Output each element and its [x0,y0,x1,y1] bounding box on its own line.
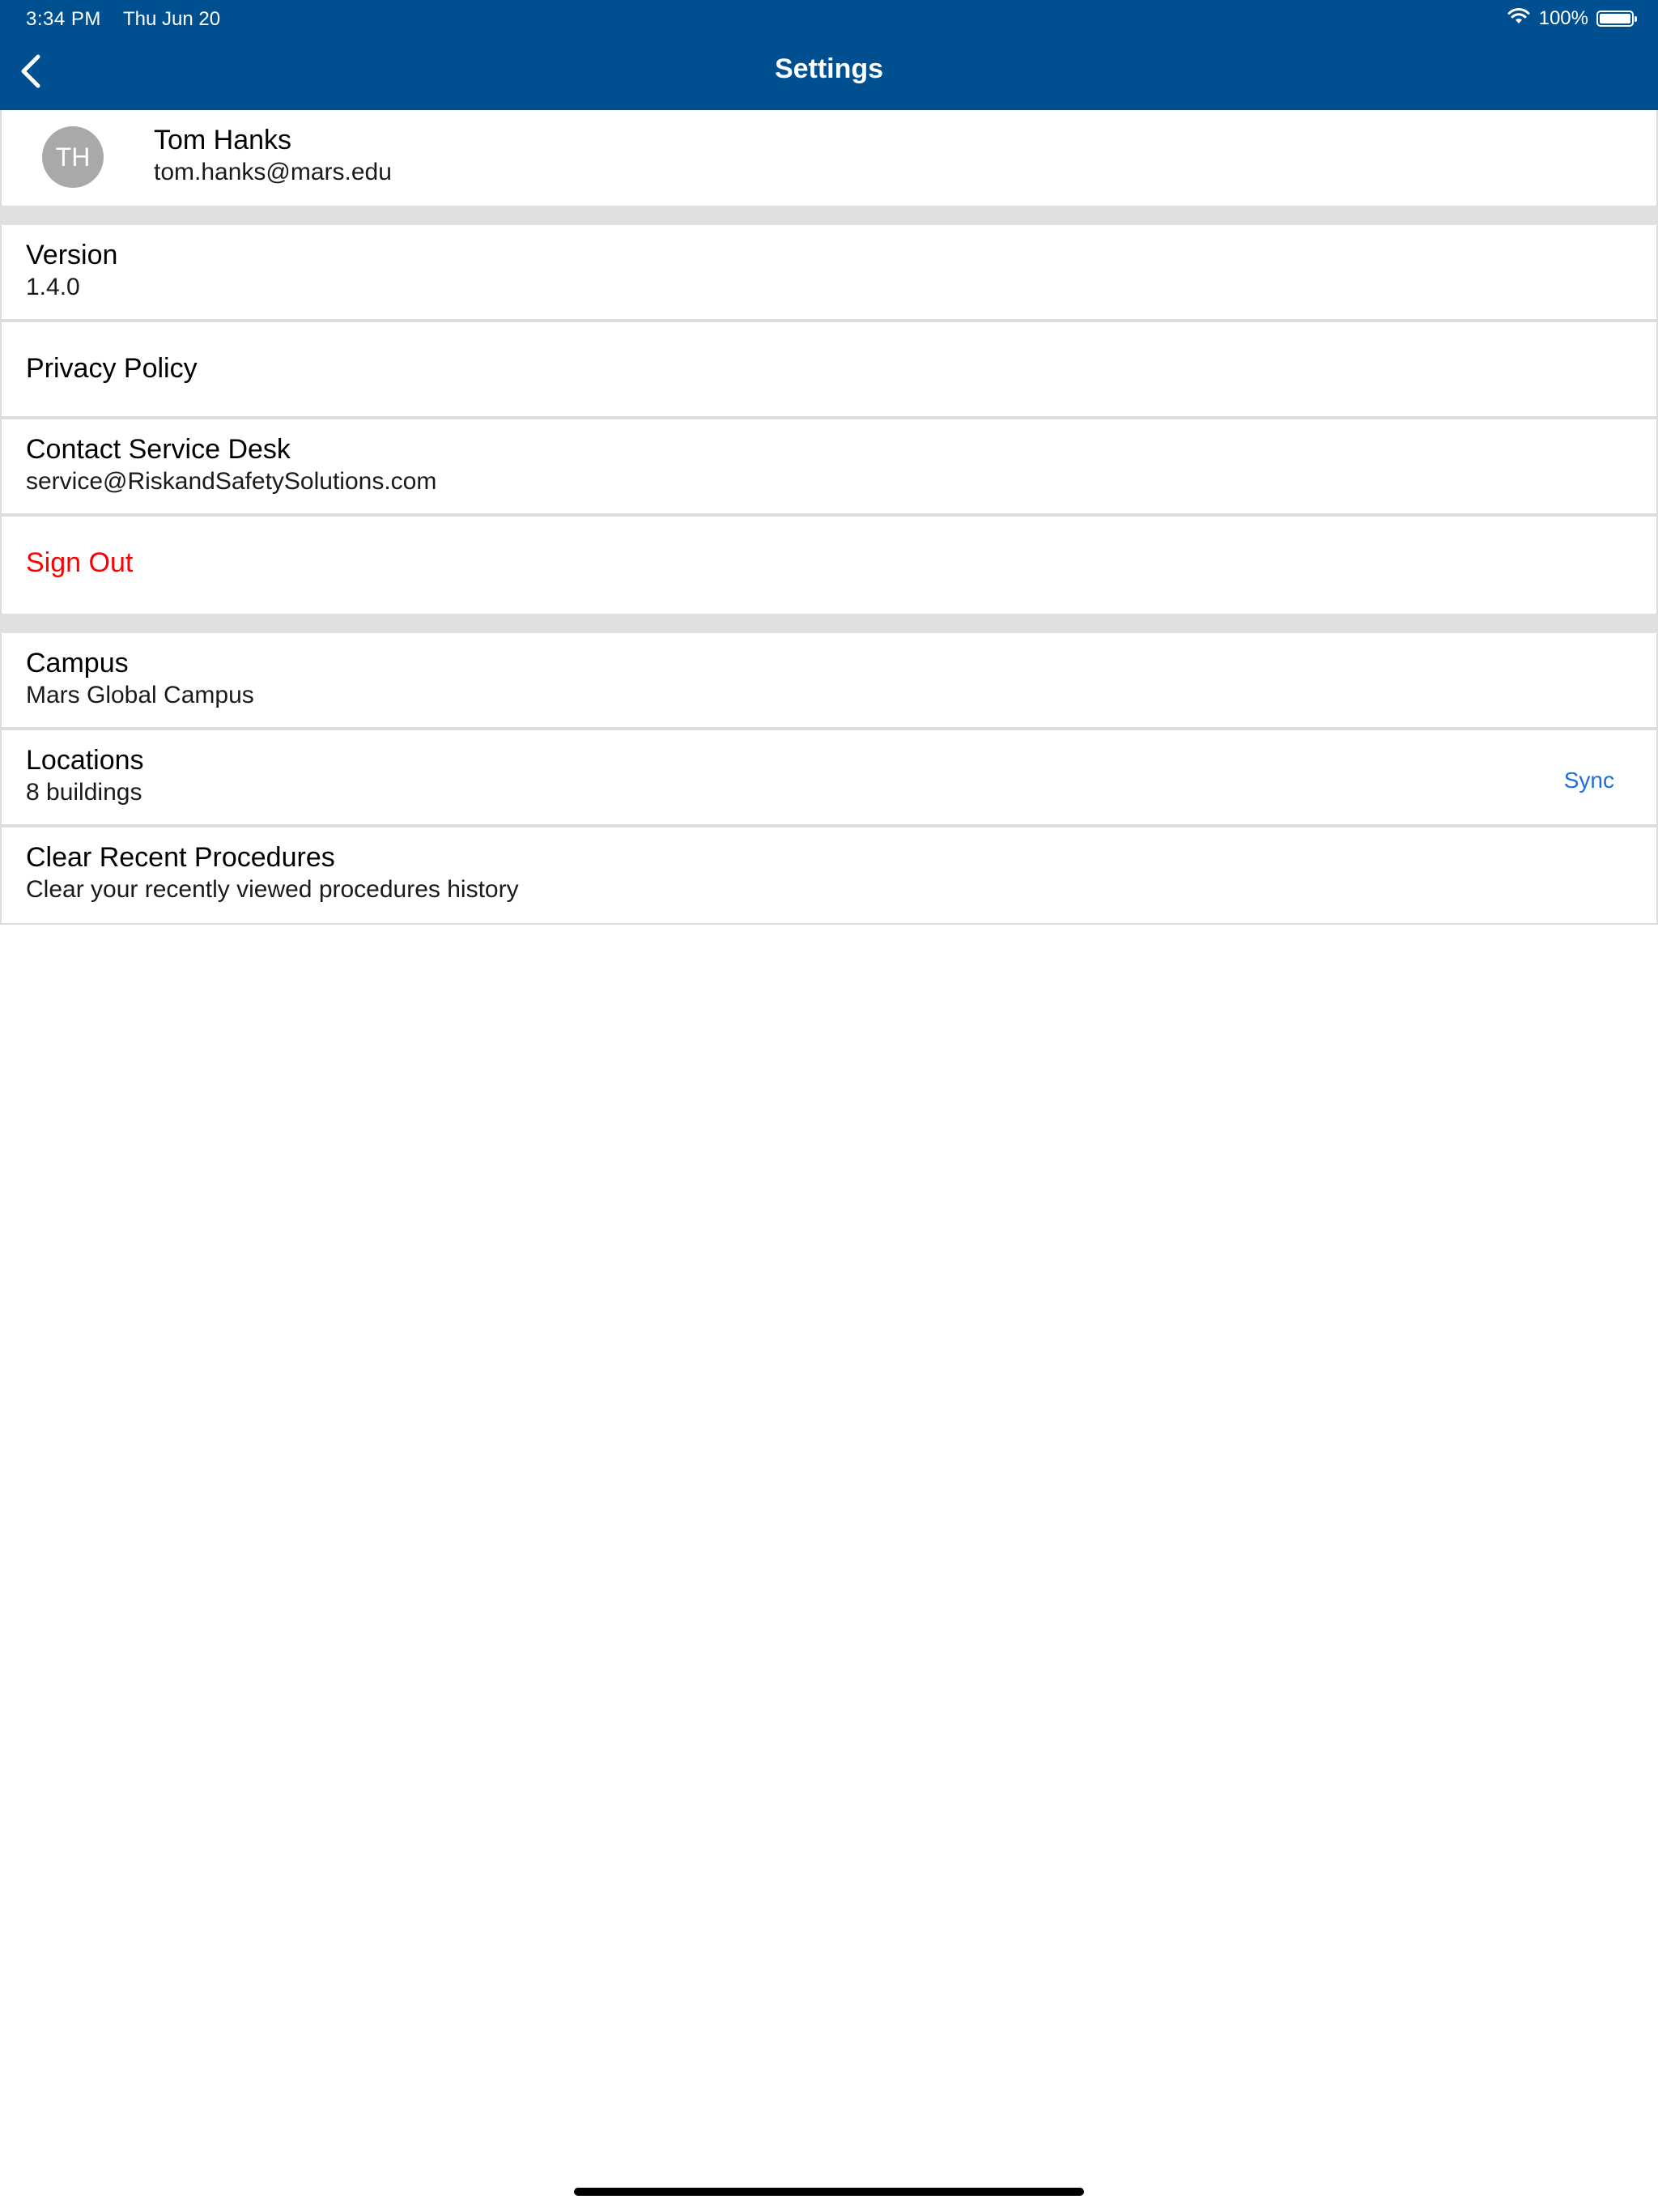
status-date: Thu Jun 20 [123,8,221,30]
user-email: tom.hanks@mars.edu [154,159,392,185]
campus-value: Mars Global Campus [26,682,254,708]
sign-out-label: Sign Out [26,547,134,578]
privacy-policy-row[interactable]: Privacy Policy [0,322,1658,419]
version-label: Version [26,240,118,270]
privacy-policy-label: Privacy Policy [26,353,198,384]
section-divider [0,206,1658,225]
home-indicator [574,2188,1084,2196]
page-title: Settings [774,53,884,84]
navigation-bar: 3:34 PM Thu Jun 20 100% Settings [0,0,1658,110]
settings-list: TH Tom Hanks tom.hanks@mars.edu Version … [0,110,1658,925]
battery-percentage: 100% [1538,7,1588,29]
clear-recent-procedures-row[interactable]: Clear Recent Procedures Clear your recen… [0,827,1658,925]
contact-service-desk-label: Contact Service Desk [26,434,291,465]
user-name: Tom Hanks [154,125,292,155]
clear-recent-procedures-description: Clear your recently viewed procedures hi… [26,876,519,903]
version-row: Version 1.4.0 [0,225,1658,322]
status-time: 3:34 PM [26,8,101,30]
sync-button[interactable]: Sync [1564,768,1614,793]
version-value: 1.4.0 [26,274,80,300]
locations-row: Locations 8 buildings Sync [0,730,1658,827]
avatar: TH [42,126,104,188]
wifi-icon [1507,7,1531,31]
status-indicators: 100% [1507,5,1637,32]
clear-recent-procedures-label: Clear Recent Procedures [26,842,335,873]
locations-label: Locations [26,745,144,776]
battery-icon [1596,11,1637,27]
contact-service-desk-row[interactable]: Contact Service Desk service@RiskandSafe… [0,419,1658,517]
user-profile: TH Tom Hanks tom.hanks@mars.edu [0,110,1658,206]
campus-row[interactable]: Campus Mars Global Campus [0,633,1658,730]
locations-value: 8 buildings [26,779,142,806]
campus-label: Campus [26,648,129,678]
sign-out-button[interactable]: Sign Out [0,517,1658,614]
section-divider [0,614,1658,633]
contact-email: service@RiskandSafetySolutions.com [26,468,437,495]
